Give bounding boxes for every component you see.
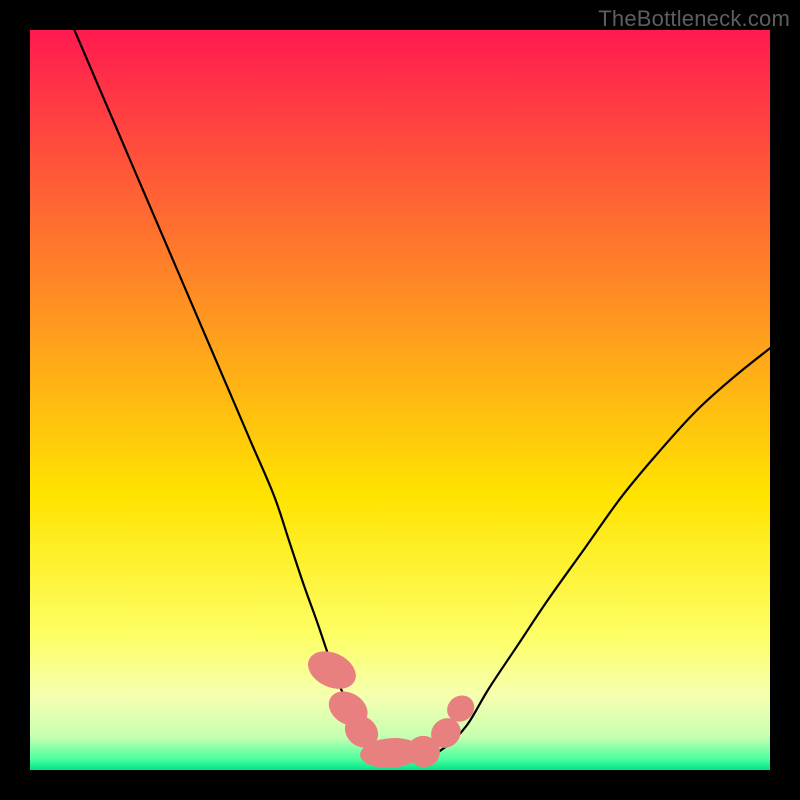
chart-frame: TheBottleneck.com <box>0 0 800 800</box>
gradient-background <box>30 30 770 770</box>
bottleneck-chart <box>30 30 770 770</box>
plot-area <box>30 30 770 770</box>
watermark-text: TheBottleneck.com <box>598 6 790 32</box>
